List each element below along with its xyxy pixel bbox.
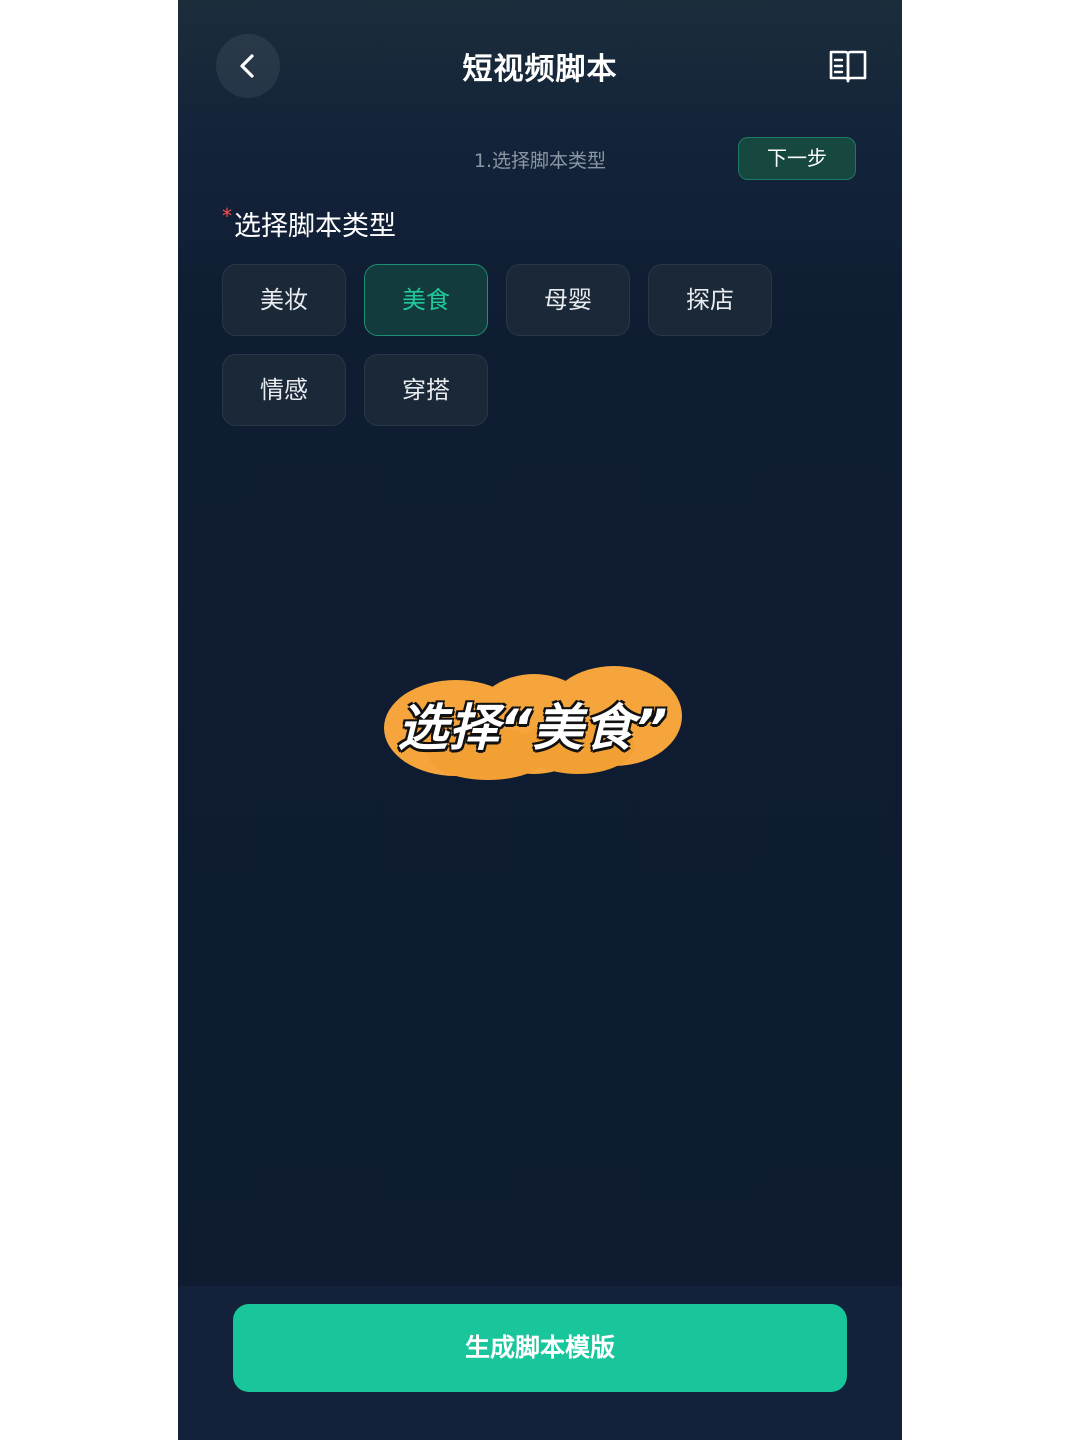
app-screen: 短视频脚本 1.选择脚本类型 下一步 *选择脚本类型 美妆 美食 母婴 探店 情… (178, 0, 902, 1440)
section-title-text: 选择脚本类型 (234, 211, 396, 242)
category-chip-food[interactable]: 美食 (364, 264, 488, 336)
section-title: *选择脚本类型 (222, 204, 396, 243)
page-title: 短视频脚本 (462, 52, 618, 87)
bottom-bar: 生成脚本模版 (178, 1286, 902, 1440)
category-chip-emotion[interactable]: 情感 (222, 354, 346, 426)
category-chip-outfit[interactable]: 穿搭 (364, 354, 488, 426)
category-chip-beauty[interactable]: 美妆 (222, 264, 346, 336)
annotation-overlay: 选择“美食” (378, 654, 688, 786)
book-icon[interactable] (828, 48, 868, 86)
generate-template-button[interactable]: 生成脚本模版 (233, 1304, 847, 1392)
category-chip-shop-visit[interactable]: 探店 (648, 264, 772, 336)
next-step-button[interactable]: 下一步 (738, 137, 856, 180)
category-chip-baby[interactable]: 母婴 (506, 264, 630, 336)
annotation-text: 选择“美食” (397, 699, 669, 757)
required-mark: * (222, 204, 232, 228)
